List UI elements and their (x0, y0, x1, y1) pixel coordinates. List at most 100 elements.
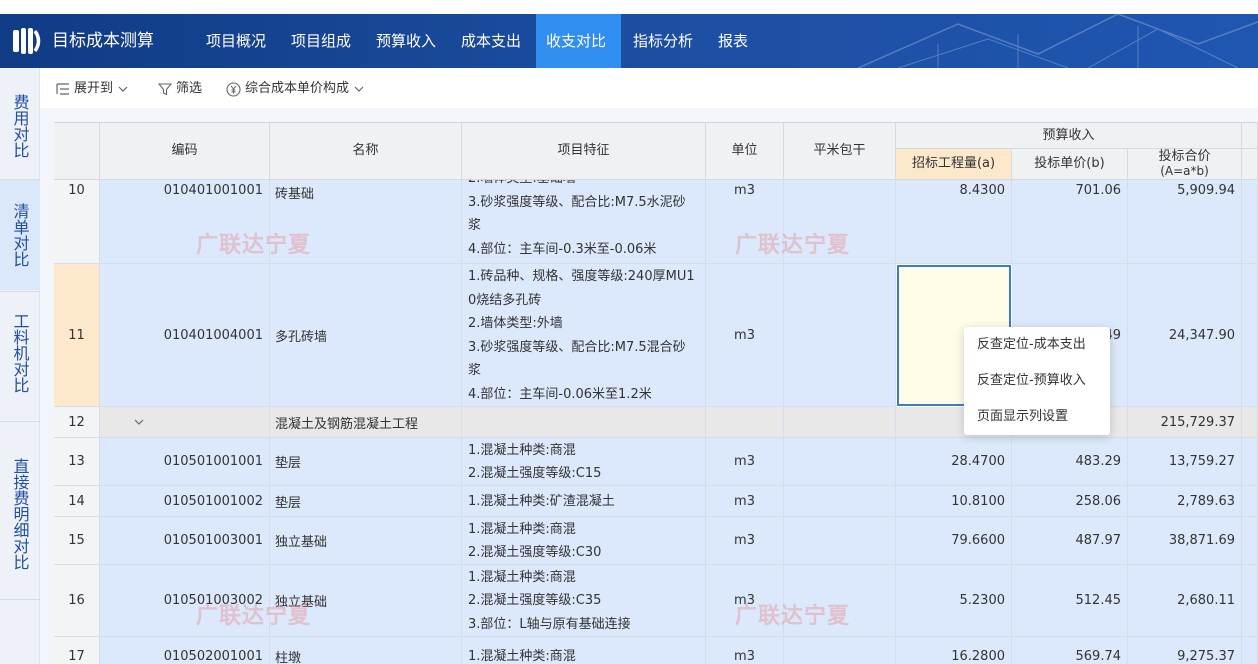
composite-unit-price-label: 综合成本单价构成 (245, 81, 350, 96)
feature-cell[interactable]: 1.砖品种、规格、强度等级:240厚MU1 0烧结多孔砖 2.墙体类型:外墙 3.砂浆… (462, 264, 706, 407)
unit-cell[interactable]: m3 (706, 486, 784, 517)
code-cell[interactable]: 010501001002 (100, 486, 270, 517)
nav-income-expense-comparison[interactable]: 收支对比 (536, 14, 621, 68)
nav-cost-expense[interactable]: 成本支出 (451, 14, 531, 68)
unit-cell[interactable]: m3 (706, 637, 784, 664)
tender-quantity-cell[interactable]: 5.2300 (896, 565, 1012, 637)
sidebar-item-material-comparison[interactable]: 工料机对比 (0, 294, 40, 412)
bid-unit-price-cell[interactable]: 701.06 (1012, 180, 1128, 264)
nav-indicator-analysis[interactable]: 指标分析 (623, 14, 703, 68)
feature-cell[interactable]: 1.混凝土种类:商混 2.混凝土强度等级:C15 (462, 438, 706, 486)
left-sidebar: 费用对比 清单对比 工料机对比 直接费明细对比 (0, 68, 40, 664)
nav-project-composition[interactable]: 项目组成 (281, 14, 361, 68)
lump-sum-cell[interactable] (784, 486, 896, 517)
name-cell[interactable]: 垫层 (270, 438, 462, 486)
header-bid-total-line1: 投标合价 (1158, 149, 1211, 164)
context-menu-trace-budget-income[interactable]: 反查定位-预算收入 (977, 371, 1086, 391)
code-cell[interactable]: 010501003002 (100, 565, 270, 637)
chevron-down-icon (354, 86, 364, 92)
sidebar-item-fee-comparison[interactable]: 费用对比 (0, 74, 40, 178)
tender-quantity-cell[interactable]: 10.8100 (896, 486, 1012, 517)
expand-toggle-cell[interactable] (100, 407, 270, 438)
bid-unit-price-cell[interactable]: 483.29 (1012, 438, 1128, 486)
feature-cell[interactable]: 1.混凝土种类:矿渣混凝土 (462, 486, 706, 517)
feature-cell[interactable]: 1.混凝土种类:商混 (462, 637, 706, 664)
unit-cell[interactable]: m3 (706, 264, 784, 407)
bid-unit-price-cell[interactable]: 512.45 (1012, 565, 1128, 637)
filter-button[interactable]: 筛选 (158, 80, 202, 98)
lump-sum-cell[interactable] (784, 438, 896, 486)
name-cell[interactable]: 独立基础 (270, 517, 462, 565)
header-tender-quantity[interactable]: 招标工程量(a) (896, 149, 1012, 180)
unit-cell[interactable]: m3 (706, 180, 784, 264)
feature-line: 1.混凝土种类:商混 (468, 649, 576, 664)
navbar-decoration-graphic (857, 14, 1258, 68)
bid-total-cell[interactable]: 13,759.27 (1128, 438, 1242, 486)
lump-sum-cell[interactable] (784, 180, 896, 264)
lump-sum-cell[interactable] (784, 565, 896, 637)
code-cell[interactable]: 010501001001 (100, 438, 270, 486)
header-code[interactable]: 编码 (100, 123, 270, 180)
bid-unit-price-cell[interactable]: 569.74 (1012, 637, 1128, 664)
header-bid-unit-price[interactable]: 投标单价(b) (1012, 149, 1128, 180)
code-cell[interactable]: 010502001001 (100, 637, 270, 664)
bid-total-cell[interactable]: 24,347.90 (1128, 264, 1242, 407)
sidebar-item-bill-comparison[interactable]: 清单对比 (0, 180, 40, 290)
overflow-cell (1242, 565, 1258, 637)
header-bid-total[interactable]: 投标合价 (A=a*b) (1128, 149, 1242, 180)
tender-quantity-cell[interactable]: 28.4700 (896, 438, 1012, 486)
lump-sum-cell[interactable] (784, 517, 896, 565)
row-number-cell: 17 (54, 637, 100, 664)
feature-cell[interactable]: 1.混凝土种类:商混 2.混凝土强度等级:C35 3.部位：L轴与原有基础连接 (462, 565, 706, 637)
unit-cell[interactable]: m3 (706, 565, 784, 637)
code-cell[interactable]: 010501003001 (100, 517, 270, 565)
tender-quantity-cell[interactable]: 79.6600 (896, 517, 1012, 565)
lump-sum-cell[interactable] (784, 264, 896, 407)
name-cell[interactable]: 混凝土及钢筋混凝土工程 (270, 407, 462, 438)
row-number-cell: 10 (54, 180, 100, 264)
nav-reports[interactable]: 报表 (708, 14, 758, 68)
feature-cell[interactable]: 1.混凝土种类:商混 2.混凝土强度等级:C30 (462, 517, 706, 565)
unit-cell[interactable] (706, 407, 784, 438)
sidebar-item-direct-fee-comparison[interactable]: 直接费明细对比 (0, 428, 40, 600)
unit-cell[interactable]: m3 (706, 517, 784, 565)
expand-to-button[interactable]: 展开到 (56, 80, 129, 98)
bid-total-cell[interactable]: 9,275.37 (1128, 637, 1242, 664)
bid-total-cell[interactable]: 2,789.63 (1128, 486, 1242, 517)
code-cell[interactable]: 010401004001 (100, 264, 270, 407)
context-menu-column-settings[interactable]: 页面显示列设置 (977, 407, 1068, 427)
feature-cell[interactable] (462, 407, 706, 438)
sidebar-divider (0, 599, 40, 600)
header-next-group (1242, 123, 1258, 149)
nav-budget-income[interactable]: 预算收入 (366, 14, 446, 68)
feature-line: 4.部位：主车间-0.06米至1.2米 (468, 386, 652, 402)
bid-total-cell[interactable]: 215,729.37 (1128, 407, 1242, 438)
unit-cell[interactable]: m3 (706, 438, 784, 486)
name-cell[interactable]: 独立基础 (270, 565, 462, 637)
expand-to-label: 展开到 (74, 81, 114, 96)
header-name[interactable]: 名称 (270, 123, 462, 180)
tender-quantity-cell[interactable]: 16.2800 (896, 637, 1012, 664)
bid-total-cell[interactable]: 38,871.69 (1128, 517, 1242, 565)
name-cell[interactable]: 多孔砖墙 (270, 264, 462, 407)
bid-total-cell[interactable]: 2,680.11 (1128, 565, 1242, 637)
header-feature[interactable]: 项目特征 (462, 123, 706, 180)
name-cell[interactable]: 垫层 (270, 486, 462, 517)
lump-sum-cell[interactable] (784, 637, 896, 664)
feature-cell[interactable]: 2.墙体类型:基础墙 3.砂浆强度等级、配合比:M7.5水泥砂浆 4.部位：主车间-… (462, 180, 706, 264)
header-unit[interactable]: 单位 (706, 123, 784, 180)
bid-unit-price-cell[interactable]: 487.97 (1012, 517, 1128, 565)
composite-unit-price-button[interactable]: 综合成本单价构成 (226, 80, 365, 98)
name-cell[interactable]: 砖基础 (270, 180, 462, 264)
lump-sum-cell[interactable] (784, 407, 896, 438)
header-lump-sum[interactable]: 平米包干 (784, 123, 896, 180)
app-title: 目标成本测算 (52, 31, 154, 51)
context-menu-trace-cost-expense[interactable]: 反查定位-成本支出 (977, 335, 1086, 355)
bid-total-cell[interactable]: 5,909.94 (1128, 180, 1242, 264)
tender-quantity-cell[interactable]: 8.4300 (896, 180, 1012, 264)
bid-unit-price-cell[interactable]: 258.06 (1012, 486, 1128, 517)
code-cell[interactable]: 010401001001 (100, 180, 270, 264)
nav-project-overview[interactable]: 项目概况 (196, 14, 276, 68)
feature-line: 1.混凝土种类:矿渣混凝土 (468, 493, 615, 509)
name-cell[interactable]: 柱墩 (270, 637, 462, 664)
